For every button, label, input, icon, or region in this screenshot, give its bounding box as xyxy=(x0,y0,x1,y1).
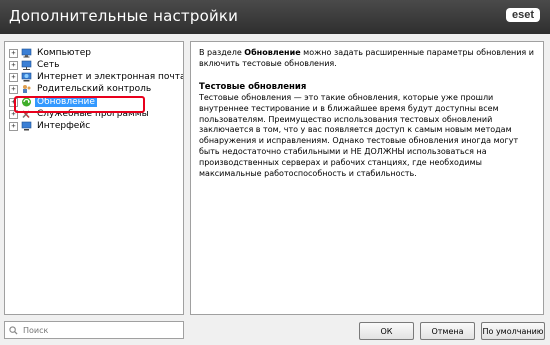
expand-icon[interactable]: + xyxy=(9,121,18,131)
tree-item-parental-control[interactable]: + Родительский контроль xyxy=(9,83,153,95)
monitor-icon xyxy=(21,121,32,131)
search-input[interactable] xyxy=(21,324,165,336)
tree-item-label: Родительский контроль xyxy=(37,84,152,94)
search-box[interactable] xyxy=(4,321,184,339)
globe-icon xyxy=(21,72,32,82)
parental-control-icon xyxy=(23,85,31,93)
dialog-content: + Компьютер + Сеть + Интернет и электрон… xyxy=(0,34,550,345)
intro-bold: Обновление xyxy=(244,48,301,57)
tree-item-interface[interactable]: + Интерфейс xyxy=(9,120,92,132)
tree-item-computer[interactable]: + Компьютер xyxy=(9,47,93,59)
detail-pane: В разделе Обновление можно задать расшир… xyxy=(190,41,544,315)
tree-item-network[interactable]: + Сеть xyxy=(9,59,61,71)
section-heading: Тестовые обновления xyxy=(199,81,307,92)
network-icon xyxy=(21,60,32,70)
computer-icon xyxy=(21,48,32,58)
intro-text: В разделе Обновление можно задать расшир… xyxy=(199,48,534,68)
tree-item-label: Сеть xyxy=(37,60,60,70)
cancel-button[interactable]: Отмена xyxy=(420,322,475,340)
eset-logo: eset xyxy=(505,8,540,22)
search-icon xyxy=(9,325,18,335)
title-bar: Дополнительные настройки eset xyxy=(0,0,550,34)
expand-icon[interactable]: + xyxy=(9,60,18,70)
expand-icon[interactable]: + xyxy=(9,72,18,82)
tree-item-internet-email[interactable]: + Интернет и электронная почта xyxy=(9,71,184,83)
highlight-annotation-box xyxy=(14,96,145,113)
window-title: Дополнительные настройки xyxy=(9,7,239,25)
default-button[interactable]: По умолчанию xyxy=(481,322,545,340)
section-body: Тестовые обновления — это такие обновлен… xyxy=(199,93,519,178)
ok-button[interactable]: ОК xyxy=(359,322,414,340)
settings-tree: + Компьютер + Сеть + Интернет и электрон… xyxy=(4,41,184,315)
tree-item-label: Интерфейс xyxy=(37,121,91,131)
expand-icon[interactable]: + xyxy=(9,84,18,94)
tree-item-label: Компьютер xyxy=(37,48,91,58)
expand-icon[interactable]: + xyxy=(9,48,18,58)
tree-item-label: Интернет и электронная почта xyxy=(37,72,184,82)
